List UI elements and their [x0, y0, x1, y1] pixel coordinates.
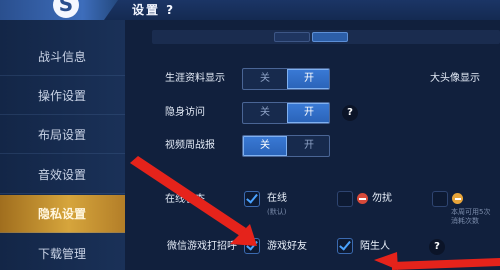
sidebar-item-label: 音效设置 [38, 168, 87, 182]
top-bar: S 设置 ? [0, 0, 500, 20]
large-avatar-label: 大头像显示 [430, 73, 480, 84]
strangers-label: 陌生人 [360, 241, 390, 252]
checkmark-icon [246, 238, 258, 251]
toggle-on-option[interactable]: 开 [287, 69, 329, 89]
toggle-on-option[interactable]: 开 [287, 136, 329, 156]
weekly-limit-note: 本周可用5次 [451, 208, 491, 216]
weekly-video-report-toggle[interactable]: 关 开 [242, 135, 330, 157]
online-status-label: 在线状态 [165, 194, 205, 205]
online-option-label: 在线 [267, 193, 287, 204]
privacy-settings-panel: 生涯资料显示 关 开 大头像显示 隐身访问 关 开 ? 视频周战报 关 开 在线… [125, 20, 500, 270]
hidden-status-icon [452, 193, 463, 204]
online-checkbox[interactable] [244, 191, 260, 207]
do-not-disturb-icon [357, 193, 368, 204]
game-friends-label: 游戏好友 [267, 241, 307, 252]
sidebar-item-controls[interactable]: 操作设置 [0, 77, 125, 115]
hidden-status-checkbox[interactable] [432, 191, 448, 207]
sidebar: 战斗信息 操作设置 布局设置 音效设置 隐私设置 下载管理 [0, 20, 125, 270]
weekly-video-report-label: 视频周战报 [165, 140, 215, 151]
wechat-greeting-label: 微信游戏打招呼 [167, 241, 237, 252]
sidebar-item-battle-info[interactable]: 战斗信息 [0, 38, 125, 76]
default-note: (默认) [267, 208, 287, 216]
help-icon[interactable]: ? [342, 105, 358, 121]
toggle-off-partial[interactable] [274, 32, 310, 42]
dnd-checkbox[interactable] [337, 191, 353, 207]
toggle-on-option[interactable]: 开 [287, 103, 329, 123]
toggle-off-option[interactable]: 关 [243, 69, 287, 89]
sidebar-item-label: 下载管理 [38, 247, 87, 261]
invisible-visit-label: 隐身访问 [165, 107, 205, 118]
sidebar-item-downloads[interactable]: 下载管理 [0, 235, 125, 270]
checkmark-icon [246, 191, 258, 204]
career-display-label: 生涯资料显示 [165, 73, 225, 84]
sidebar-item-label: 操作设置 [38, 89, 87, 103]
game-friends-checkbox[interactable] [244, 238, 260, 254]
page-title[interactable]: 设置 ? [132, 0, 175, 20]
previous-row-partial [152, 30, 500, 44]
checkmark-icon [339, 238, 351, 251]
sidebar-item-privacy[interactable]: 隐私设置 [0, 195, 125, 233]
toggle-on-partial[interactable] [312, 32, 348, 42]
sidebar-item-audio[interactable]: 音效设置 [0, 156, 125, 194]
strangers-checkbox[interactable] [337, 238, 353, 254]
toggle-off-option[interactable]: 关 [243, 103, 287, 123]
sidebar-item-layout[interactable]: 布局设置 [0, 116, 125, 154]
sidebar-item-label: 战斗信息 [38, 50, 87, 64]
sidebar-item-label: 隐私设置 [38, 207, 87, 221]
toggle-off-option[interactable]: 关 [243, 136, 287, 156]
consumes-uses-note: 消耗次数 [451, 217, 479, 225]
dnd-option-label: 勿扰 [372, 193, 392, 204]
help-icon[interactable]: ? [429, 239, 445, 255]
career-display-toggle[interactable]: 关 开 [242, 68, 330, 90]
invisible-visit-toggle[interactable]: 关 开 [242, 102, 330, 124]
sidebar-item-label: 布局设置 [38, 128, 87, 142]
